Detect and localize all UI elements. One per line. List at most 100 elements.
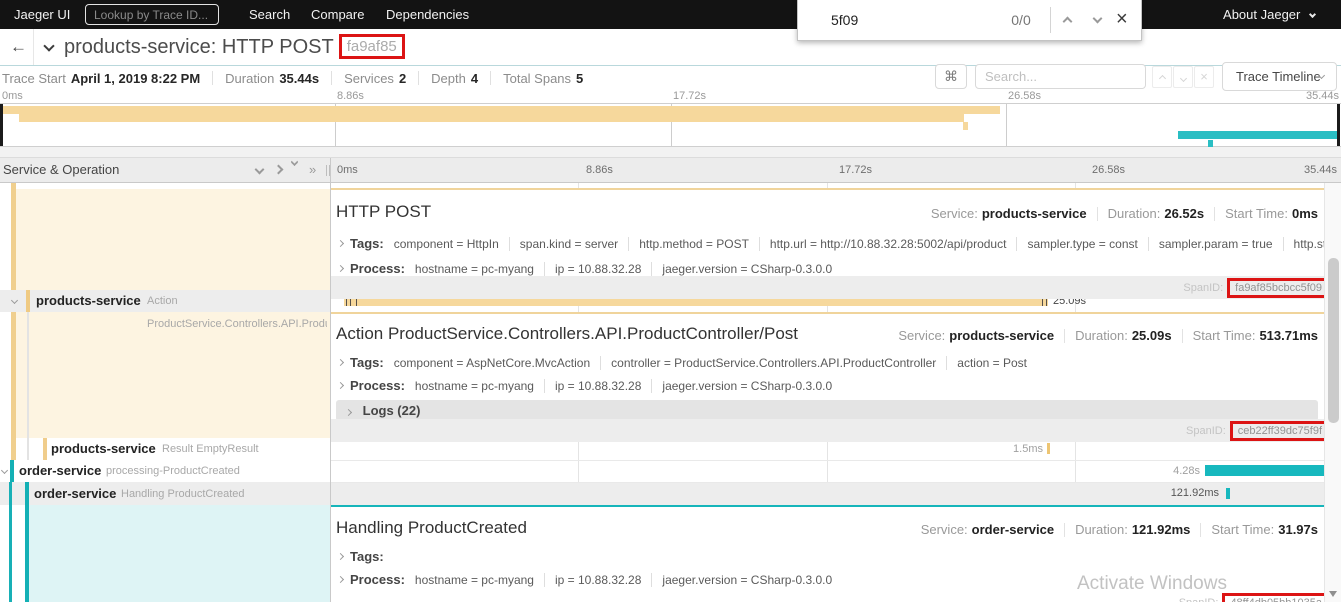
process-item: hostname = pc-myang: [414, 572, 534, 587]
span-duration-label: 4.28s: [1173, 465, 1200, 477]
trace-id-lookup-input[interactable]: [85, 4, 219, 25]
summary-value: April 1, 2019 8:22 PM: [70, 70, 201, 86]
find-close-icon[interactable]: ×: [1116, 0, 1128, 38]
span-bar-result[interactable]: [1047, 443, 1050, 454]
expand-one-icon[interactable]: [273, 164, 284, 175]
span-id-label: SpanID:: [1179, 597, 1219, 602]
service-accent-products: [26, 290, 30, 312]
span-id-annotation: ceb22ff39dc75f9f: [1229, 420, 1330, 441]
tree-service-name: order-service: [34, 486, 117, 501]
minimap-span-result: [963, 122, 968, 130]
tree-row-processing[interactable]: order-service processing-ProductCreated: [0, 460, 330, 482]
meta-value: 31.97s: [1278, 522, 1318, 537]
tree-guide-line-orders: [25, 505, 29, 602]
tags-row[interactable]: Tags:: [336, 549, 394, 564]
timeline-tick: 26.58s: [1092, 164, 1126, 176]
expand-all-icon[interactable]: »: [309, 160, 316, 180]
nav-link-search[interactable]: Search: [249, 0, 290, 29]
summary-label: Total Spans: [503, 70, 572, 86]
minimap-right-handle[interactable]: [1337, 104, 1340, 146]
logs-label: Logs (22): [362, 403, 421, 418]
tree-operation-name: processing-ProductCreated: [106, 465, 240, 477]
tag-item: sampler.param = true: [1147, 236, 1283, 251]
process-item: jaeger.version = CSharp-0.3.0.0: [651, 261, 842, 276]
tags-label: Tags:: [350, 236, 384, 251]
summary-label: Duration: [225, 70, 275, 86]
trace-id-annotation: fa9af85: [338, 34, 405, 59]
about-jaeger-menu[interactable]: About Jaeger: [1223, 0, 1317, 29]
meta-label: Service:: [920, 522, 968, 537]
timeline-tick: 35.44s: [1303, 164, 1337, 176]
vertical-scrollbar[interactable]: [1324, 183, 1341, 602]
tree-operation-name: Handling ProductCreated: [121, 488, 245, 500]
tag-item: http.method = POST: [628, 236, 759, 251]
tree-operation-name: Action ProductService.Controllers.API.Pr…: [147, 295, 327, 330]
meta-label: Duration:: [1075, 328, 1128, 343]
chevron-right-icon: [336, 552, 345, 561]
tree-row-result[interactable]: products-service Result EmptyResult: [0, 438, 330, 460]
minimap-gridline: [1006, 104, 1007, 146]
timeline-tick: 8.86s: [586, 164, 613, 176]
search-prev-button[interactable]: [1152, 66, 1172, 88]
search-clear-button[interactable]: ×: [1194, 66, 1214, 88]
panel-divider[interactable]: [330, 158, 331, 602]
span-id-row: SpanID: fa9af85bcbcc5f09: [330, 276, 1335, 299]
search-next-button[interactable]: [1173, 66, 1193, 88]
view-selector-label: Trace Timeline: [1236, 69, 1321, 84]
process-row[interactable]: Process: hostname = pc-myang ip = 10.88.…: [336, 572, 842, 587]
span-detail-action: Action ProductService.Controllers.API.Pr…: [330, 312, 1335, 442]
detail-row-tint-products: [16, 189, 330, 290]
meta-value: 0ms: [1291, 206, 1318, 221]
tags-row[interactable]: Tags: component = HttpIn span.kind = ser…: [336, 236, 1341, 251]
chevron-right-icon: [336, 381, 345, 390]
service-accent-products: [43, 438, 47, 460]
tag-item: span.kind = server: [508, 236, 628, 251]
service-accent-orders: [25, 482, 29, 505]
column-resizer[interactable]: [326, 165, 327, 176]
tags-row[interactable]: Tags: component = AspNetCore.MvcAction c…: [336, 355, 1037, 370]
tree-guide-line-products: [11, 183, 16, 460]
tree-row-action[interactable]: products-service Action ProductService.C…: [0, 290, 330, 330]
tags-label: Tags:: [350, 549, 384, 564]
meta-value: 121.92ms: [1131, 522, 1191, 537]
span-bar-handling[interactable]: [1226, 488, 1230, 499]
process-row[interactable]: Process: hostname = pc-myang ip = 10.88.…: [336, 261, 842, 276]
collapse-all-icon[interactable]: [290, 157, 299, 167]
minimap-span-processing: [1178, 131, 1337, 139]
minimap-scrub-strip[interactable]: [0, 147, 1341, 158]
tree-row-handling[interactable]: order-service Handling ProductCreated: [0, 482, 330, 505]
find-next-icon[interactable]: [1092, 13, 1103, 24]
find-previous-icon[interactable]: [1062, 16, 1073, 27]
tag-item: component = HttpIn: [393, 236, 499, 251]
shortcut-help-button[interactable]: ⌘: [935, 64, 967, 89]
span-detail-meta: Service: products-service Duration: 25.0…: [898, 328, 1318, 343]
scrollbar-thumb[interactable]: [1328, 258, 1339, 423]
find-query-text[interactable]: 5f09: [831, 0, 858, 40]
collapse-trace-chevron-icon[interactable]: [43, 40, 55, 52]
summary-label: Trace Start: [2, 70, 66, 86]
minimap-tick: 0ms: [2, 90, 23, 102]
meta-value: 25.09s: [1131, 328, 1172, 343]
logs-accordion[interactable]: Logs (22): [336, 400, 1318, 421]
chevron-down-icon[interactable]: [0, 466, 9, 475]
nav-link-compare[interactable]: Compare: [311, 0, 364, 29]
minimap-left-handle[interactable]: [0, 104, 3, 146]
collapse-one-icon[interactable]: [254, 164, 265, 175]
tag-item: action = Post: [946, 355, 1037, 370]
process-row[interactable]: Process: hostname = pc-myang ip = 10.88.…: [336, 378, 842, 393]
span-duration-label: 121.92ms: [1170, 487, 1219, 499]
trace-search-input[interactable]: [975, 64, 1146, 89]
chevron-down-icon[interactable]: [10, 296, 19, 305]
back-arrow-icon[interactable]: ←: [10, 29, 27, 65]
meta-label: Service:: [930, 206, 978, 221]
view-selector-button[interactable]: Trace Timeline: [1222, 62, 1337, 91]
nav-link-dependencies[interactable]: Dependencies: [386, 0, 469, 29]
scrollbar-down-arrow[interactable]: [1329, 591, 1337, 597]
app-logo[interactable]: Jaeger UI: [14, 0, 70, 29]
minimap-tick: 35.44s: [1305, 90, 1339, 102]
span-bar-processing[interactable]: [1205, 465, 1324, 476]
span-id-annotation: 48ff4db05bb1035a: [1222, 592, 1330, 602]
span-detail-meta: Service: order-service Duration: 121.92m…: [921, 522, 1318, 537]
summary-value: 35.44s: [279, 70, 320, 86]
trace-minimap[interactable]: [0, 103, 1341, 148]
